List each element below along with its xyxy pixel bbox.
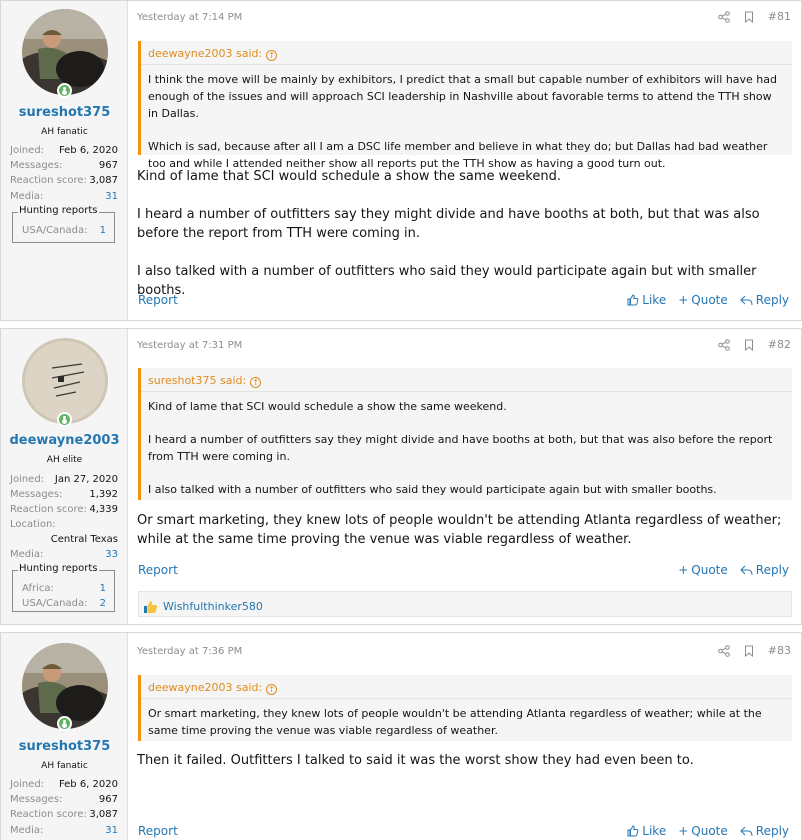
plus-icon: + (678, 563, 689, 577)
quote-author[interactable]: deewayne2003 said: ↑ (141, 675, 792, 699)
quote-block: deewayne2003 said: ↑ I think the move wil… (138, 41, 792, 170)
like-button[interactable]: Like (627, 824, 666, 838)
user-title: AH fanatic (41, 127, 88, 137)
quote-paragraph: Or smart marketing, they knew lots of pe… (148, 707, 762, 737)
hunting-report-row: USA/Canada: 1 (22, 225, 106, 236)
bookmark-icon[interactable] (744, 339, 754, 351)
username[interactable]: sureshot375 (1, 739, 128, 754)
reply-button[interactable]: Reply (740, 824, 789, 838)
post-tools: #83 (717, 644, 791, 657)
hunting-reports-label: Hunting reports (18, 563, 99, 574)
post-number[interactable]: #81 (768, 10, 791, 23)
online-indicator (57, 83, 72, 98)
quote-paragraph: I think the move will be mainly by exhib… (148, 73, 777, 120)
username[interactable]: deewayne2003 (1, 433, 128, 448)
post-tools: #82 (717, 338, 791, 351)
quote-paragraph: Kind of lame that SCI would schedule a s… (148, 400, 507, 413)
bookmark-icon[interactable] (744, 645, 754, 657)
quote-button[interactable]: + Quote (678, 563, 728, 577)
plus-icon: + (678, 824, 689, 838)
user-cell: sureshot375 AH fanatic Joined: Feb 6, 202… (1, 1, 128, 320)
like-button[interactable]: Like (627, 293, 666, 307)
share-icon[interactable] (717, 644, 730, 657)
post-actions: Like + Quote Reply (627, 824, 789, 838)
post-paragraph: Kind of lame that SCI would schedule a s… (137, 169, 561, 184)
post-number[interactable]: #83 (768, 644, 791, 657)
post-number[interactable]: #82 (768, 338, 791, 351)
share-icon[interactable] (717, 338, 730, 351)
hunting-reports-label: Hunting reports (18, 205, 99, 216)
report-link[interactable]: Report (138, 824, 178, 838)
like-icon (627, 825, 639, 837)
reply-button[interactable]: Reply (740, 563, 789, 577)
report-link[interactable]: Report (138, 563, 178, 577)
report-link[interactable]: Report (138, 293, 178, 307)
reply-icon (740, 565, 753, 575)
quote-button[interactable]: + Quote (678, 293, 728, 307)
post-tools: #81 (717, 10, 791, 23)
stat-messages: Messages: 1,392 (10, 489, 118, 500)
quote-author[interactable]: sureshot375 said: ↑ (141, 368, 792, 392)
quote-author[interactable]: deewayne2003 said: ↑ (141, 41, 792, 65)
online-indicator (57, 412, 72, 427)
hunting-report-row: Africa: 1 (22, 583, 106, 594)
stat-joined: Joined: Feb 6, 2020 (10, 779, 118, 790)
post-paragraph: I heard a number of outfitters say they … (137, 207, 760, 241)
user-title: AH fanatic (41, 761, 88, 771)
post-time[interactable]: Yesterday at 7:36 PM (137, 646, 242, 657)
stat-joined: Joined: Feb 6, 2020 (10, 145, 118, 156)
post-actions: Like + Quote Reply (627, 293, 789, 307)
arrow-up-icon[interactable]: ↑ (266, 684, 278, 695)
stat-media: Media: 31 (10, 191, 118, 202)
reply-button[interactable]: Reply (740, 293, 789, 307)
post-time[interactable]: Yesterday at 7:14 PM (137, 12, 242, 23)
post-time[interactable]: Yesterday at 7:31 PM (137, 340, 242, 351)
like-reaction-icon (144, 600, 158, 613)
stat-location-label: Location: (10, 519, 56, 530)
post-content: Then it failed. Outfitters I talked to s… (137, 751, 793, 789)
arrow-up-icon[interactable]: ↑ (250, 377, 262, 388)
username[interactable]: sureshot375 (1, 105, 128, 120)
stat-media: Media: 31 (10, 825, 118, 836)
stat-joined: Joined: Jan 27, 2020 (10, 474, 118, 485)
like-icon (627, 294, 639, 306)
user-title: AH elite (46, 455, 83, 465)
post-81: sureshot375 AH fanatic Joined: Feb 6, 202… (0, 0, 802, 321)
user-cell: sureshot375 AH fanatic Joined: Feb 6, 202… (1, 633, 128, 840)
hunting-reports-box: Hunting reports USA/Canada: 1 (12, 205, 115, 243)
stat-messages: Messages: 967 (10, 794, 118, 805)
reply-icon (740, 295, 753, 305)
quote-block: deewayne2003 said: ↑ Or smart marketing, … (138, 675, 792, 741)
hunting-reports-box: Hunting reports Africa: 1 USA/Canada: 2 (12, 563, 115, 612)
reply-icon (740, 826, 753, 836)
quote-paragraph: I also talked with a number of outfitter… (148, 483, 717, 496)
quote-block: sureshot375 said: ↑ Kind of lame that SCI… (138, 368, 792, 500)
post-content: Or smart marketing, they knew lots of pe… (137, 511, 793, 568)
stat-reaction-score: Reaction score: 3,087 (10, 809, 118, 820)
post-83: sureshot375 AH fanatic Joined: Feb 6, 202… (0, 632, 802, 840)
quote-body: I think the move will be mainly by exhib… (141, 65, 792, 178)
reaction-user[interactable]: Wishfulthinker580 (163, 600, 263, 613)
reactions-bar[interactable]: Wishfulthinker580 (138, 591, 792, 617)
stat-reaction-score: Reaction score: 3,087 (10, 175, 118, 186)
bookmark-icon[interactable] (744, 11, 754, 23)
quote-paragraph: I heard a number of outfitters say they … (148, 433, 773, 463)
user-cell: deewayne2003 AH elite Joined: Jan 27, 202… (1, 329, 128, 624)
quote-button[interactable]: + Quote (678, 824, 728, 838)
stat-media: Media: 33 (10, 549, 118, 560)
share-icon[interactable] (717, 10, 730, 23)
post-paragraph: Or smart marketing, they knew lots of pe… (137, 513, 782, 547)
post-82: deewayne2003 AH elite Joined: Jan 27, 202… (0, 328, 802, 625)
plus-icon: + (678, 293, 689, 307)
arrow-up-icon[interactable]: ↑ (266, 50, 278, 61)
stat-reaction-score: Reaction score: 4,339 (10, 504, 118, 515)
online-indicator (57, 716, 72, 731)
quote-body: Kind of lame that SCI would schedule a s… (141, 392, 792, 504)
post-actions: + Quote Reply (678, 563, 789, 577)
stat-messages: Messages: 967 (10, 160, 118, 171)
quote-body: Or smart marketing, they knew lots of pe… (141, 699, 792, 745)
hunting-report-row: USA/Canada: 2 (22, 598, 106, 609)
post-paragraph: Then it failed. Outfitters I talked to s… (137, 753, 694, 768)
